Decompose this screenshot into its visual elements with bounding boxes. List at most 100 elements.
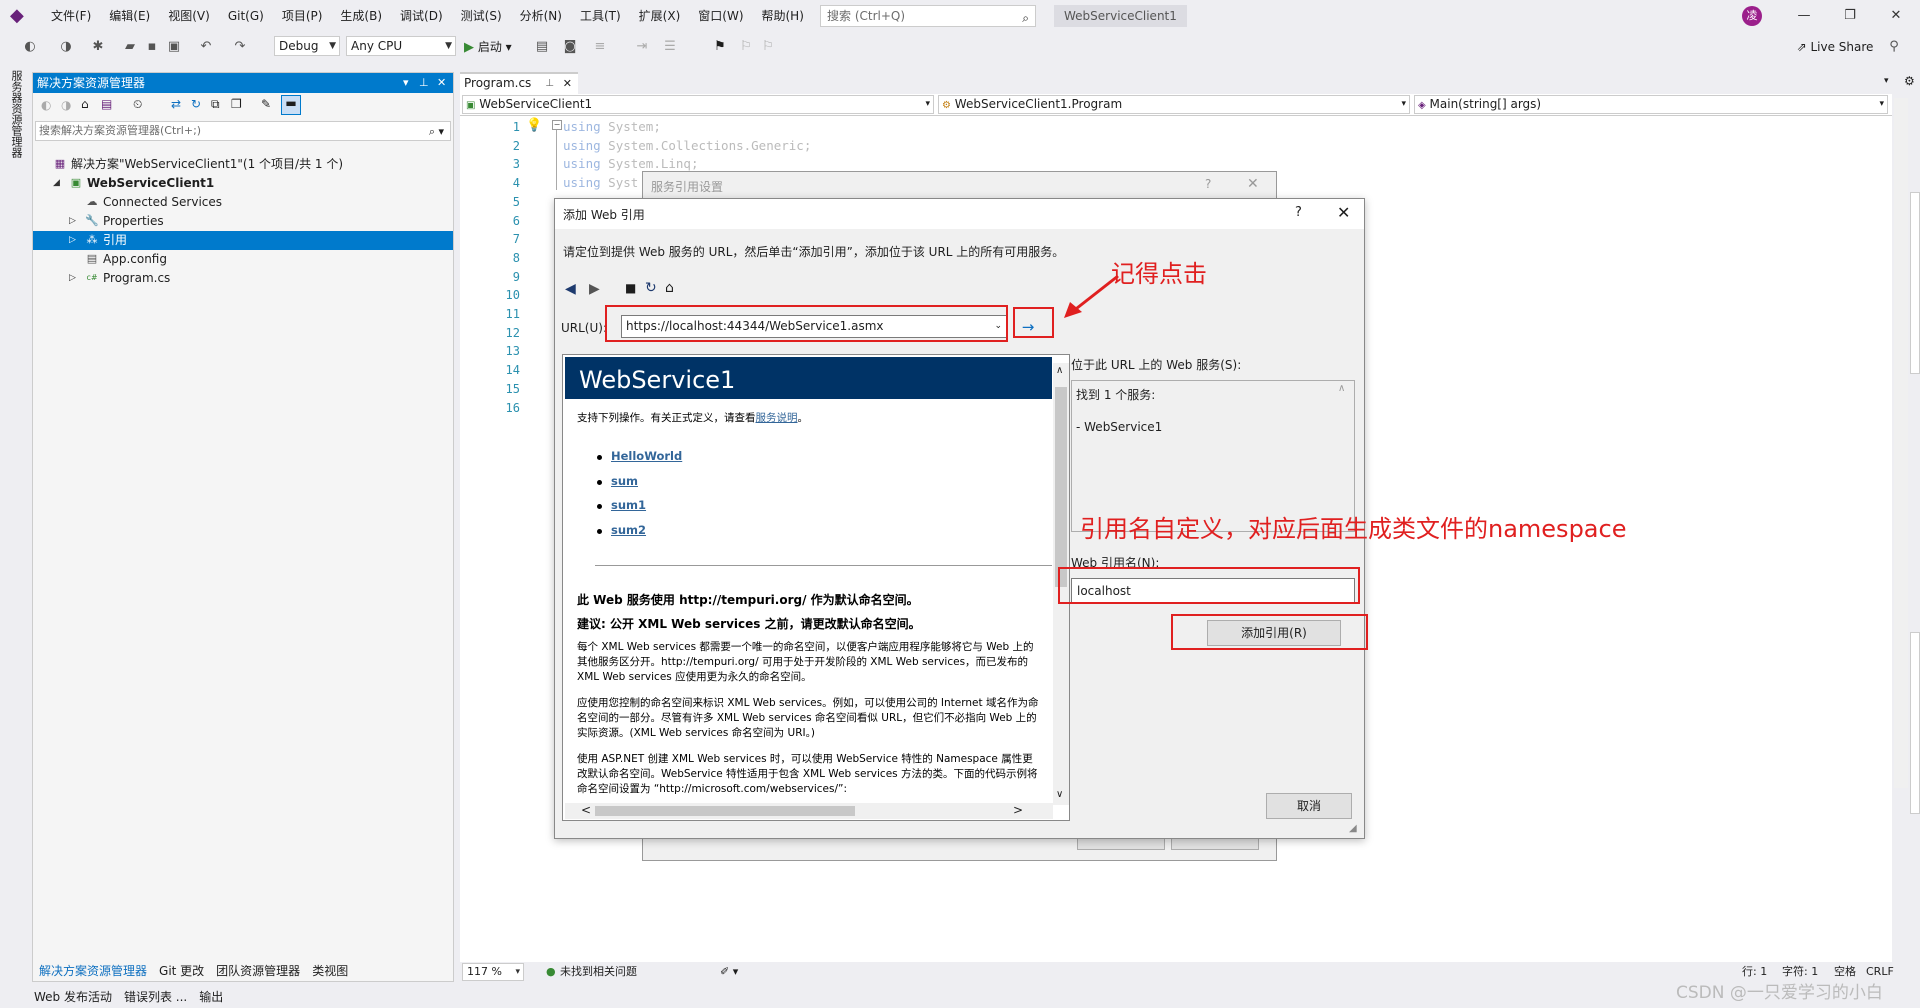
restore-icon[interactable]: ❐ bbox=[1828, 0, 1872, 32]
scroll-up-icon[interactable]: ∧ bbox=[1056, 365, 1063, 376]
tree-item[interactable]: ▷ 🔧 Properties bbox=[33, 212, 453, 231]
back-icon[interactable]: ◐ bbox=[41, 98, 51, 112]
menu-item[interactable]: Git(G) bbox=[219, 0, 273, 32]
operation-link[interactable]: HelloWorld bbox=[611, 449, 682, 463]
format-icon[interactable]: ≡ bbox=[592, 36, 608, 58]
web-service-preview[interactable]: WebService1 支持下列操作。有关正式定义，请查看服务说明。 Hello… bbox=[562, 354, 1070, 821]
show-all-files-icon[interactable]: ❐ bbox=[231, 97, 242, 111]
stop-icon[interactable]: ■ bbox=[625, 281, 636, 295]
cancel-button[interactable]: 取消 bbox=[1266, 793, 1352, 819]
tab-0[interactable]: 解决方案资源管理器 bbox=[33, 961, 153, 981]
close-icon[interactable]: ✕ bbox=[563, 75, 572, 93]
bottom-tab-2[interactable]: 输出 bbox=[193, 986, 229, 1008]
menu-item[interactable]: 帮助(H) bbox=[753, 0, 813, 32]
expander-icon[interactable]: ◢ bbox=[53, 174, 60, 193]
vertical-scrollbar[interactable] bbox=[1894, 98, 1908, 788]
tree-item[interactable]: ▷ c# Program.cs bbox=[33, 269, 453, 288]
bottom-tab-1[interactable]: 错误列表 ... bbox=[118, 986, 193, 1008]
scroll-up-icon[interactable]: ∧ bbox=[1338, 383, 1345, 394]
camera-icon[interactable]: ◙ bbox=[562, 36, 578, 58]
menu-item[interactable]: 测试(S) bbox=[452, 0, 511, 32]
menu-item[interactable]: 项目(P) bbox=[273, 0, 332, 32]
back-icon[interactable]: ◐ bbox=[22, 36, 38, 58]
configuration-select[interactable]: Debug ▼ bbox=[274, 36, 340, 56]
menu-item[interactable]: 编辑(E) bbox=[100, 0, 159, 32]
close-icon[interactable]: ✕ bbox=[1337, 203, 1350, 222]
menu-item[interactable]: 扩展(X) bbox=[630, 0, 690, 32]
save-all-icon[interactable]: ▣ bbox=[166, 36, 182, 58]
avatar[interactable]: 凌 bbox=[1742, 6, 1762, 26]
refresh-icon[interactable]: ↻ bbox=[191, 97, 201, 111]
home-icon[interactable]: ⌂ bbox=[665, 280, 674, 296]
save-icon[interactable]: ▪ bbox=[144, 36, 160, 58]
minimize-icon[interactable]: — bbox=[1782, 0, 1826, 32]
resize-grip-icon[interactable]: ◢ bbox=[1349, 823, 1357, 834]
issues-status[interactable]: 未找到相关问题 bbox=[560, 962, 637, 982]
home-icon[interactable]: ⌂ bbox=[81, 97, 89, 111]
indent-icon[interactable]: ⇥ bbox=[634, 36, 650, 58]
expander-icon[interactable]: ▷ bbox=[69, 212, 76, 231]
menu-item[interactable]: 分析(N) bbox=[511, 0, 571, 32]
server-explorer-tab[interactable]: 服务器资源管理器 bbox=[0, 62, 28, 962]
dropdown-icon[interactable]: ▾ bbox=[403, 73, 409, 93]
menu-item[interactable]: 窗口(W) bbox=[689, 0, 752, 32]
start-button[interactable]: ▶ 启动 ▾ bbox=[464, 36, 524, 58]
scroll-thumb[interactable] bbox=[1055, 387, 1067, 587]
tree-item[interactable]: ☁ Connected Services bbox=[33, 193, 453, 212]
switch-views-icon[interactable]: ▤ bbox=[101, 97, 112, 111]
tree-item[interactable]: ◢ ▣ WebServiceClient1 bbox=[33, 174, 453, 193]
forward-icon[interactable]: ◑ bbox=[61, 98, 71, 112]
lightbulb-icon[interactable]: 💡 bbox=[526, 118, 542, 133]
redo-icon[interactable]: ↷ bbox=[232, 36, 248, 58]
operation-link[interactable]: sum1 bbox=[611, 498, 646, 512]
search-input[interactable]: 搜索 (Ctrl+Q) ⌕ bbox=[820, 5, 1036, 27]
open-folder-icon[interactable]: ▰ bbox=[122, 36, 138, 58]
feedback-icon[interactable]: ⚲ bbox=[1886, 36, 1902, 58]
forward-icon[interactable]: ▶ bbox=[589, 281, 600, 297]
tab-3[interactable]: 类视图 bbox=[306, 961, 354, 981]
horizontal-scrollbar[interactable]: < > bbox=[565, 803, 1053, 819]
member-nav-select[interactable]: ◈ Main(string[] args) ▾ bbox=[1414, 95, 1888, 114]
bottom-tab-0[interactable]: Web 发布活动 bbox=[28, 986, 118, 1008]
new-project-icon[interactable]: ✱ bbox=[90, 36, 106, 58]
close-icon[interactable]: ✕ bbox=[1247, 176, 1259, 192]
tree-item[interactable]: ▷ ⁂ 引用 bbox=[33, 231, 453, 250]
class-nav-select[interactable]: ⚙ WebServiceClient1.Program ▾ bbox=[938, 95, 1410, 114]
live-share-button[interactable]: ⇗ Live Share bbox=[1780, 36, 1890, 58]
close-panel-icon[interactable]: ✕ bbox=[437, 73, 446, 93]
service-description-link[interactable]: 服务说明 bbox=[756, 412, 798, 424]
menu-item[interactable]: 调试(D) bbox=[391, 0, 452, 32]
bookmark-prev-icon[interactable]: ⚐ bbox=[738, 36, 754, 58]
help-icon[interactable]: ? bbox=[1295, 205, 1302, 220]
zoom-select[interactable]: 117 % ▾ bbox=[462, 963, 524, 981]
comment-icon[interactable]: ☰ bbox=[662, 36, 678, 58]
tree-item[interactable]: ▤ App.config bbox=[33, 250, 453, 269]
scroll-left-icon[interactable]: < bbox=[581, 803, 591, 817]
properties-icon[interactable]: ✎ bbox=[261, 97, 271, 111]
tab-overflow-icon[interactable]: ▾ bbox=[1884, 76, 1889, 86]
back-icon[interactable]: ◀ bbox=[565, 281, 576, 297]
help-icon[interactable]: ? bbox=[1205, 177, 1211, 191]
scroll-thumb[interactable] bbox=[595, 806, 855, 816]
platform-select[interactable]: Any CPU ▼ bbox=[346, 36, 456, 56]
scroll-down-icon[interactable]: ∨ bbox=[1056, 789, 1063, 800]
bookmark-next-icon[interactable]: ⚐ bbox=[760, 36, 776, 58]
close-icon[interactable]: ✕ bbox=[1874, 0, 1918, 32]
tab-2[interactable]: 团队资源管理器 bbox=[210, 961, 306, 981]
collapse-all-icon[interactable]: ⧉ bbox=[211, 97, 220, 112]
operation-link[interactable]: sum2 bbox=[611, 523, 646, 537]
pin-icon[interactable]: ⊥ bbox=[545, 75, 554, 93]
tree-item[interactable]: ▦ 解决方案"WebServiceClient1"(1 个项目/共 1 个) bbox=[33, 155, 453, 174]
refresh-icon[interactable]: ↻ bbox=[645, 280, 657, 296]
preview-icon[interactable]: ▬ bbox=[281, 95, 301, 115]
menu-item[interactable]: 工具(T) bbox=[571, 0, 630, 32]
brush-icon[interactable]: ✐ ▾ bbox=[720, 962, 738, 982]
pin-icon[interactable]: ⊥ bbox=[419, 73, 429, 93]
expander-icon[interactable]: ▷ bbox=[69, 269, 76, 288]
menu-item[interactable]: 生成(B) bbox=[331, 0, 391, 32]
tab-program-cs[interactable]: Program.cs ⊥ ✕ bbox=[460, 72, 578, 94]
menu-item[interactable]: 视图(V) bbox=[159, 0, 219, 32]
expander-icon[interactable]: ▷ bbox=[69, 231, 76, 250]
bookmark-icon[interactable]: ⚑ bbox=[712, 36, 728, 58]
pending-changes-icon[interactable]: ⏲ bbox=[133, 97, 142, 112]
